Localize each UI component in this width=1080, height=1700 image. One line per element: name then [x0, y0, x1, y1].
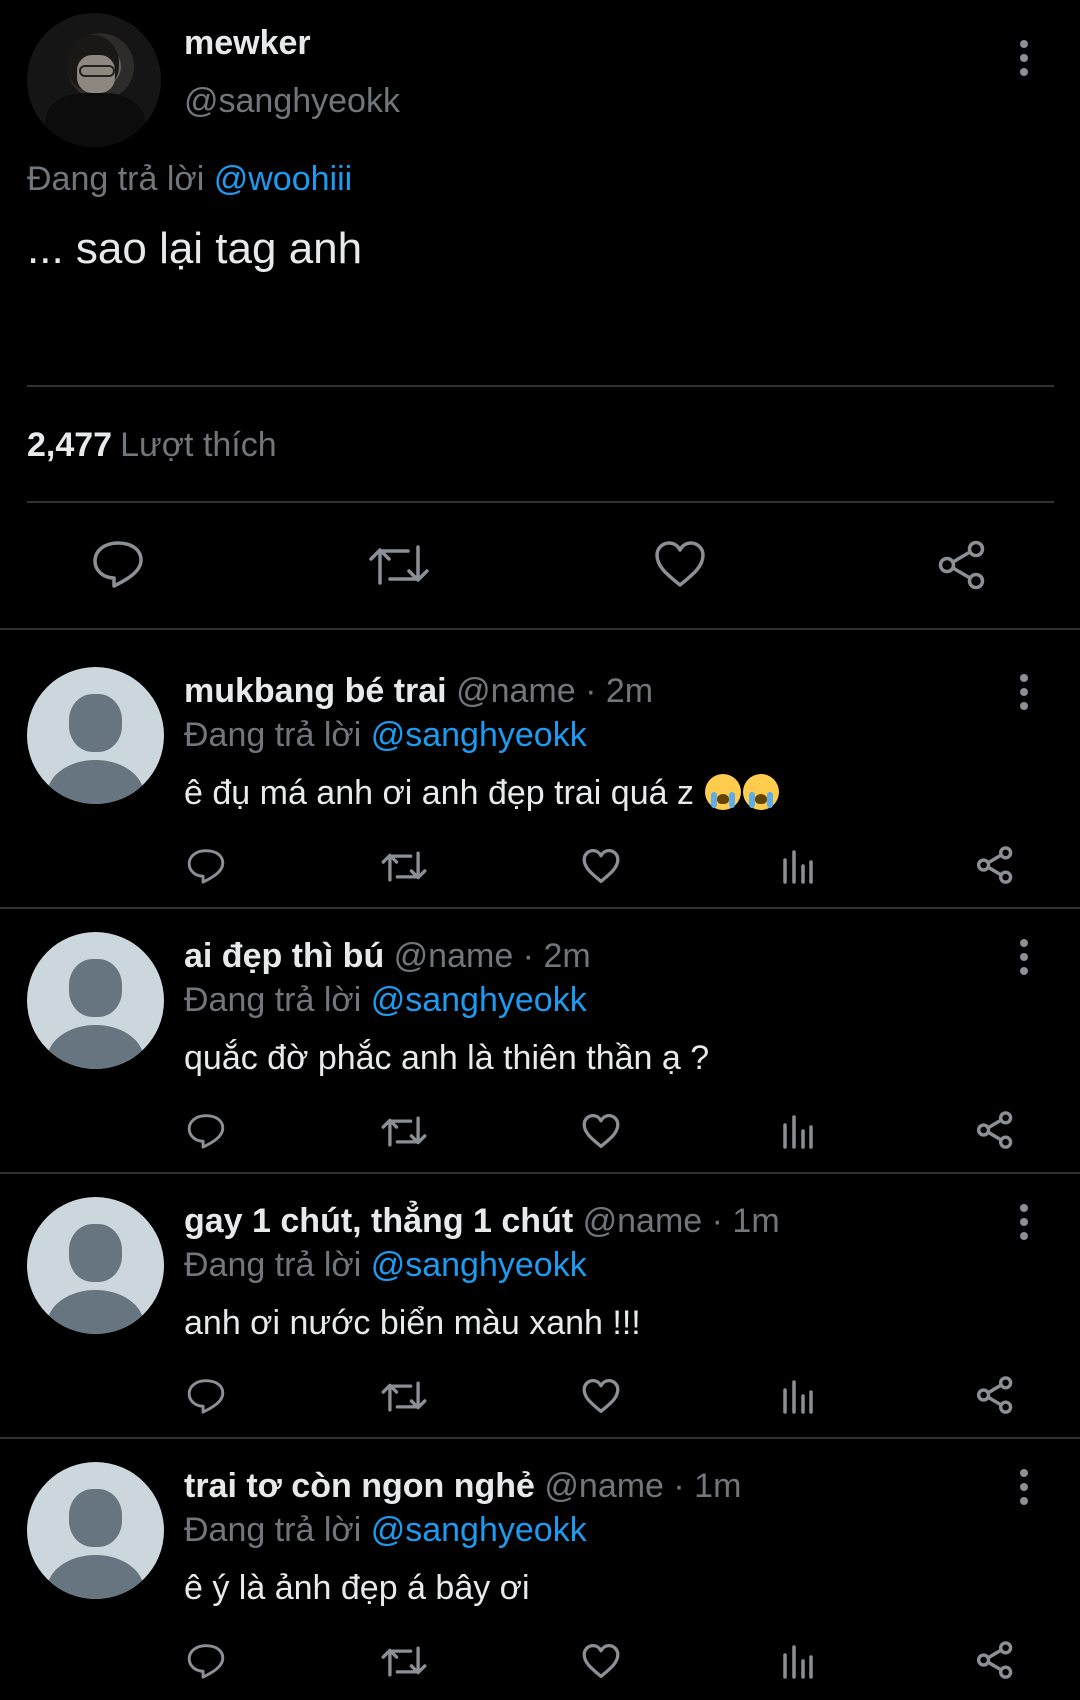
- reply-icon[interactable]: [187, 848, 225, 884]
- reply-tweet[interactable]: ai đẹp thì bú @name · 2m Đang trả lời @s…: [0, 908, 1080, 1173]
- author-name[interactable]: mewker: [184, 24, 311, 63]
- more-vertical-icon[interactable]: [1019, 1469, 1029, 1505]
- share-icon[interactable]: [937, 540, 987, 590]
- retweet-icon[interactable]: [381, 850, 427, 883]
- reply-mention-link[interactable]: @sanghyeokk: [371, 981, 587, 1019]
- reply-tweet[interactable]: gay 1 chút, thẳng 1 chút @name · 1m Đang…: [0, 1173, 1080, 1438]
- replying-to: Đang trả lời @sanghyeokk: [184, 981, 587, 1020]
- like-stats[interactable]: 2,477 Lượt thích: [27, 426, 277, 465]
- heart-icon[interactable]: [582, 1643, 620, 1679]
- heart-icon[interactable]: [582, 1113, 620, 1149]
- stats-icon[interactable]: [782, 1643, 814, 1679]
- reply-meta: @name · 2m: [393, 937, 591, 975]
- stats-icon[interactable]: [782, 848, 814, 884]
- main-tweet: mewker @sanghyeokk Đang trả lời @woohiii…: [0, 0, 1080, 630]
- heart-icon[interactable]: [582, 1378, 620, 1414]
- more-vertical-icon[interactable]: [1019, 1204, 1029, 1240]
- replying-to: Đang trả lời @sanghyeokk: [184, 1511, 587, 1550]
- reply-meta: @name · 2m: [456, 672, 654, 710]
- avatar[interactable]: [27, 932, 164, 1069]
- reply-meta: @name · 1m: [582, 1202, 780, 1240]
- reply-icon[interactable]: [187, 1643, 225, 1679]
- reply-icon[interactable]: [187, 1113, 225, 1149]
- avatar[interactable]: [27, 1197, 164, 1334]
- heart-icon[interactable]: [654, 540, 706, 588]
- stats-icon[interactable]: [782, 1113, 814, 1149]
- reply-header: gay 1 chút, thẳng 1 chút @name · 1m: [184, 1202, 780, 1241]
- reply-author-name[interactable]: ai đẹp thì bú: [184, 937, 384, 975]
- share-icon[interactable]: [976, 1376, 1014, 1414]
- reply-mention-link[interactable]: @sanghyeokk: [371, 1246, 587, 1284]
- share-icon[interactable]: [976, 846, 1014, 884]
- reply-author-name[interactable]: mukbang bé trai: [184, 672, 447, 710]
- share-icon[interactable]: [976, 1111, 1014, 1149]
- avatar[interactable]: [27, 1462, 164, 1599]
- heart-icon[interactable]: [582, 848, 620, 884]
- reply-mention-link[interactable]: @woohiii: [214, 160, 352, 198]
- stats-icon[interactable]: [782, 1378, 814, 1414]
- reply-header: trai tơ còn ngon nghẻ @name · 1m: [184, 1467, 741, 1506]
- reply-text: quắc đờ phắc anh là thiên thần ạ ?: [184, 1039, 710, 1077]
- retweet-icon[interactable]: [368, 543, 430, 587]
- avatar[interactable]: [27, 667, 164, 804]
- like-count: 2,477: [27, 426, 113, 464]
- like-label: Lượt thích: [120, 426, 277, 464]
- reply-icon[interactable]: [92, 540, 144, 588]
- crying-face-icon: [743, 774, 780, 810]
- reply-meta: @name · 1m: [544, 1467, 742, 1505]
- replying-to: Đang trả lời @woohiii: [27, 160, 352, 199]
- share-icon[interactable]: [976, 1641, 1014, 1679]
- reply-text-content: ê đụ má anh ơi anh đẹp trai quá z: [184, 774, 694, 812]
- divider: [27, 385, 1054, 387]
- replying-to: Đang trả lời @sanghyeokk: [184, 1246, 587, 1285]
- tweet-text: ... sao lại tag anh: [27, 224, 363, 273]
- reply-prefix: Đang trả lời: [27, 160, 205, 198]
- retweet-icon[interactable]: [381, 1645, 427, 1678]
- reply-prefix: Đang trả lời: [184, 716, 362, 754]
- reply-text: anh ơi nước biển màu xanh !!!: [184, 1304, 641, 1342]
- reply-text: ê ý là ảnh đẹp á bây ơi: [184, 1569, 530, 1607]
- reply-mention-link[interactable]: @sanghyeokk: [371, 1511, 587, 1549]
- author-handle[interactable]: @sanghyeokk: [184, 82, 400, 121]
- retweet-icon[interactable]: [381, 1380, 427, 1413]
- reply-prefix: Đang trả lời: [184, 1511, 362, 1549]
- more-vertical-icon[interactable]: [1019, 674, 1029, 710]
- retweet-icon[interactable]: [381, 1115, 427, 1148]
- more-vertical-icon[interactable]: [1019, 939, 1029, 975]
- crying-face-icon: [705, 774, 742, 810]
- divider: [27, 501, 1054, 503]
- reply-header: mukbang bé trai @name · 2m: [184, 672, 653, 711]
- reply-icon[interactable]: [187, 1378, 225, 1414]
- reply-header: ai đẹp thì bú @name · 2m: [184, 937, 591, 976]
- reply-author-name[interactable]: gay 1 chút, thẳng 1 chút: [184, 1202, 573, 1240]
- reply-prefix: Đang trả lời: [184, 1246, 362, 1284]
- reply-tweet[interactable]: mukbang bé trai @name · 2m Đang trả lời …: [0, 630, 1080, 908]
- replying-to: Đang trả lời @sanghyeokk: [184, 716, 587, 755]
- reply-tweet[interactable]: trai tơ còn ngon nghẻ @name · 1m Đang tr…: [0, 1438, 1080, 1700]
- reply-author-name[interactable]: trai tơ còn ngon nghẻ: [184, 1467, 535, 1505]
- reply-mention-link[interactable]: @sanghyeokk: [371, 716, 587, 754]
- reply-text: ê đụ má anh ơi anh đẹp trai quá z: [184, 774, 780, 813]
- more-vertical-icon[interactable]: [1019, 40, 1029, 76]
- reply-prefix: Đang trả lời: [184, 981, 362, 1019]
- avatar[interactable]: [27, 13, 161, 147]
